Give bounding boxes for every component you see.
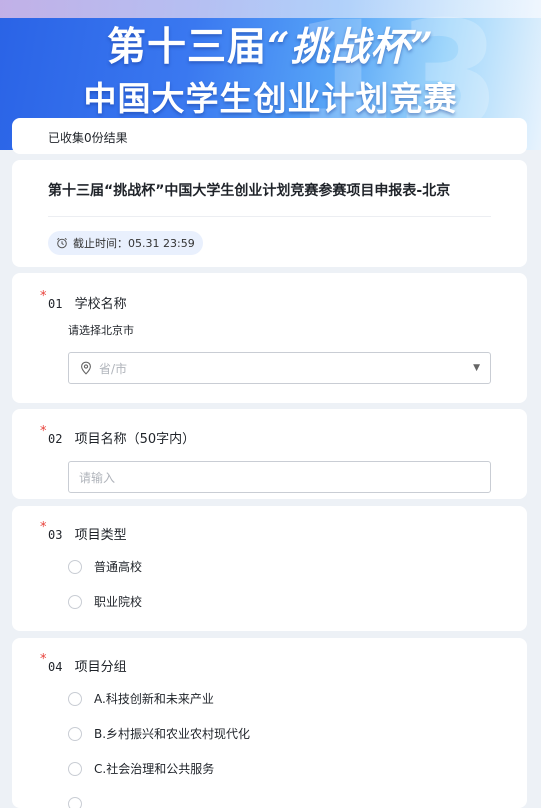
project-name-input[interactable]: 请输入 xyxy=(68,461,491,493)
question-number: 01 xyxy=(48,297,62,311)
required-marker: * xyxy=(40,424,47,439)
question-number: 04 xyxy=(48,660,62,674)
banner-title-line2: 中国大学生创业计划竞赛 xyxy=(0,72,541,120)
question-heading: * 03 项目类型 xyxy=(48,524,491,543)
radio-button[interactable] xyxy=(68,797,82,808)
question-number: 03 xyxy=(48,528,62,542)
option-label: 普通高校 xyxy=(94,558,142,575)
option-label: C.社会治理和公共服务 xyxy=(94,760,214,777)
radio-button[interactable] xyxy=(68,692,82,706)
deadline-text: 截止时间：05.31 23:59 xyxy=(73,235,195,251)
radio-option[interactable]: B.乡村振兴和农业农村现代化 xyxy=(68,716,491,751)
question-heading: * 01 学校名称 xyxy=(48,293,491,312)
radio-option[interactable]: C.社会治理和公共服务 xyxy=(68,751,491,786)
radio-option[interactable]: A.科技创新和未来产业 xyxy=(68,681,491,716)
question-heading: * 04 项目分组 xyxy=(48,656,491,675)
deadline-badge: 截止时间：05.31 23:59 xyxy=(48,231,203,255)
question-heading: * 02 项目名称（50字内） xyxy=(48,428,491,447)
radio-option[interactable]: 普通高校 xyxy=(68,549,491,584)
radio-button[interactable] xyxy=(68,762,82,776)
question-label: 项目名称（50字内） xyxy=(75,432,196,447)
radio-option[interactable] xyxy=(68,786,491,808)
question-description: 请选择北京市 xyxy=(68,322,491,338)
option-label: 职业院校 xyxy=(94,593,142,610)
radio-button[interactable] xyxy=(68,595,82,609)
required-marker: * xyxy=(40,520,47,535)
collected-count-text: 已收集0份结果 xyxy=(48,131,128,145)
required-marker: * xyxy=(40,652,47,667)
form-title: 第十三届“挑战杯”中国大学生创业计划竞赛参赛项目申报表-北京 xyxy=(48,180,491,217)
question-card-project-type: * 03 项目类型 普通高校 职业院校 xyxy=(12,506,527,631)
banner-title-line1: 第十三届“挑战杯” xyxy=(0,16,541,72)
province-city-select[interactable]: 省/市 ▼ xyxy=(68,352,491,384)
radio-button[interactable] xyxy=(68,560,82,574)
banner-line1-quote: “挑战杯” xyxy=(267,24,434,70)
select-placeholder: 省/市 xyxy=(99,360,127,377)
option-label: A.科技创新和未来产业 xyxy=(94,690,214,707)
question-label: 项目分组 xyxy=(75,660,127,675)
radio-button[interactable] xyxy=(68,727,82,741)
banner-line1-text: 第十三届 xyxy=(107,25,267,70)
question-number: 02 xyxy=(48,432,62,446)
required-marker: * xyxy=(40,289,47,304)
question-card-project-group: * 04 项目分组 A.科技创新和未来产业 B.乡村振兴和农业农村现代化 C.社… xyxy=(12,638,527,808)
question-card-school: * 01 学校名称 请选择北京市 省/市 ▼ xyxy=(12,273,527,403)
location-pin-icon xyxy=(79,361,93,375)
option-label: B.乡村振兴和农业农村现代化 xyxy=(94,725,250,742)
alarm-clock-icon xyxy=(56,237,68,249)
radio-option[interactable]: 职业院校 xyxy=(68,584,491,619)
question-label: 项目类型 xyxy=(75,528,127,543)
dropdown-arrow-icon: ▼ xyxy=(473,363,480,373)
input-placeholder: 请输入 xyxy=(79,469,115,486)
collected-count-card: 已收集0份结果 xyxy=(12,118,527,154)
question-card-project-name: * 02 项目名称（50字内） 请输入 xyxy=(12,409,527,499)
form-header-card: 第十三届“挑战杯”中国大学生创业计划竞赛参赛项目申报表-北京 截止时间：05.3… xyxy=(12,160,527,267)
question-label: 学校名称 xyxy=(75,297,127,312)
